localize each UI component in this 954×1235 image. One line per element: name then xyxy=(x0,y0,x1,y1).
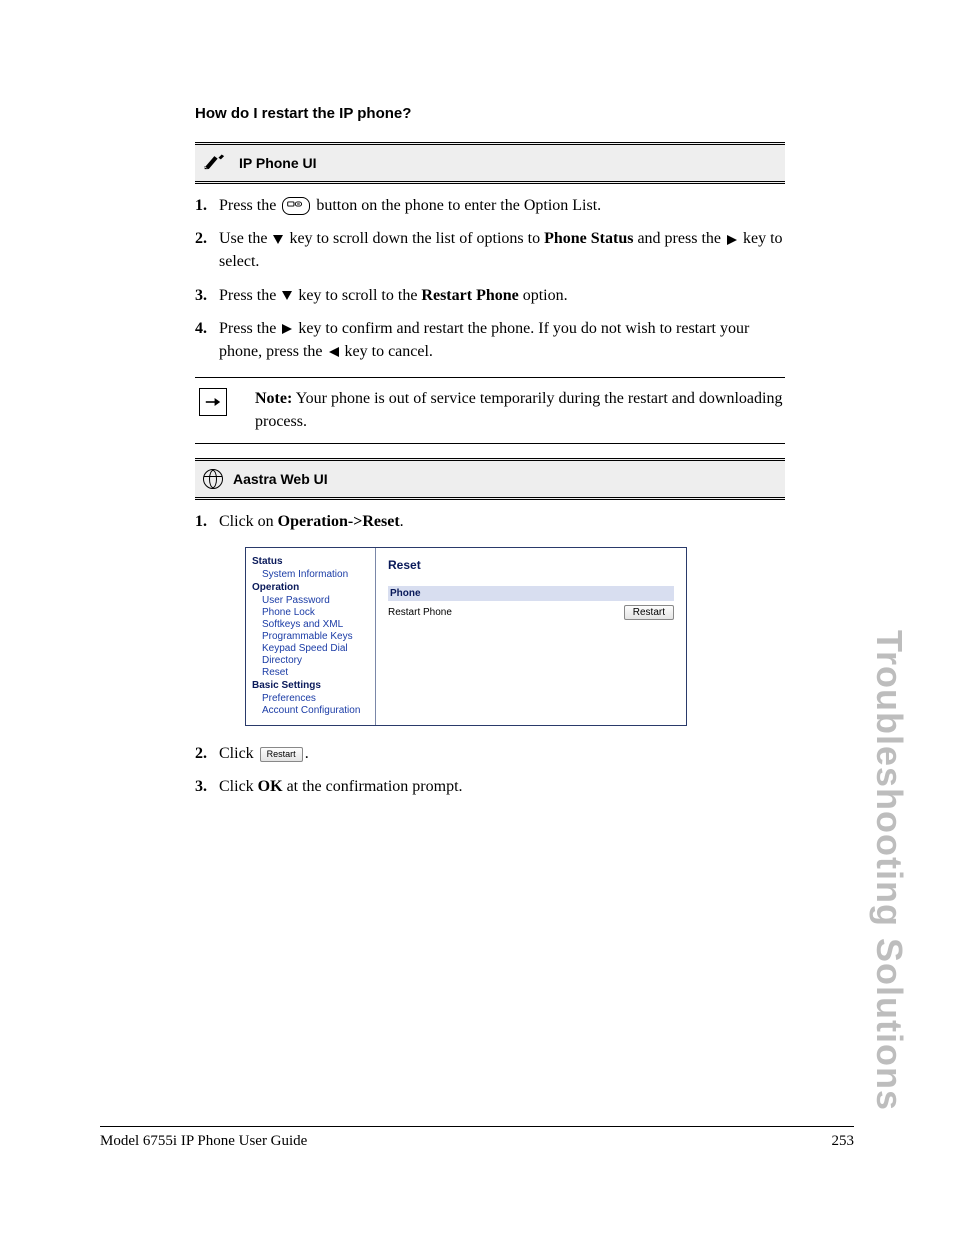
note-arrow-icon xyxy=(199,388,227,416)
webui-row-label: Restart Phone xyxy=(388,607,452,618)
section-heading: How do I restart the IP phone? xyxy=(195,105,785,122)
step-number: 1. xyxy=(195,194,219,217)
text: option. xyxy=(523,287,568,304)
webui-main: Reset Phone Restart Phone Restart xyxy=(376,548,686,725)
step-number: 3. xyxy=(195,775,219,798)
step-2: 2. Use the key to scroll down the list o… xyxy=(195,227,785,273)
text: Your phone is out of service temporarily… xyxy=(255,390,782,429)
step-text: Click Restart. xyxy=(219,742,785,765)
bar-label: Aastra Web UI xyxy=(233,471,328,487)
step-number: 4. xyxy=(195,317,219,340)
nav-item[interactable]: Softkeys and XML xyxy=(262,619,369,630)
text: Click xyxy=(219,778,258,795)
web-ui-screenshot: Status System Information Operation User… xyxy=(245,547,687,726)
text: . xyxy=(400,513,404,530)
step-text: Click OK at the confirmation prompt. xyxy=(219,775,785,798)
webui-title: Reset xyxy=(388,558,674,572)
step-1: 1. Press the button on the phone to ente… xyxy=(195,194,785,217)
text: key to confirm and restart the phone. If… xyxy=(219,320,749,360)
chapter-tab-label: Troubleshooting Solutions xyxy=(868,630,910,1111)
right-arrow-icon xyxy=(282,324,292,334)
webui-row: Restart Phone Restart xyxy=(388,605,674,620)
step-number: 1. xyxy=(195,510,219,533)
nav-item[interactable]: System Information xyxy=(262,569,369,580)
web-step-2: 2. Click Restart. xyxy=(195,742,785,765)
text: Click xyxy=(219,745,258,762)
step-text: Use the key to scroll down the list of o… xyxy=(219,227,785,273)
step-text: Press the button on the phone to enter t… xyxy=(219,194,785,217)
page-content: How do I restart the IP phone? IP Phone … xyxy=(195,105,785,812)
restart-button[interactable]: Restart xyxy=(624,605,674,620)
web-ui-steps: 1. Click on Operation->Reset. xyxy=(195,510,785,533)
web-ui-steps-2: 2. Click Restart. 3. Click OK at the con… xyxy=(195,742,785,798)
footer-page-number: 253 xyxy=(832,1133,855,1150)
step-text: Press the key to confirm and restart the… xyxy=(219,317,785,363)
text: key to scroll to the xyxy=(298,287,421,304)
text-bold: Phone Status xyxy=(544,230,633,247)
aastra-web-ui-bar: Aastra Web UI xyxy=(195,458,785,500)
left-arrow-icon xyxy=(329,347,339,357)
text: Press the xyxy=(219,287,280,304)
nav-item[interactable]: Account Configuration xyxy=(262,705,369,716)
text: . xyxy=(305,745,309,762)
text: key to cancel. xyxy=(345,343,433,360)
phone-ui-steps: 1. Press the button on the phone to ente… xyxy=(195,194,785,363)
right-arrow-icon xyxy=(727,235,737,245)
nav-section-operation: Operation xyxy=(252,582,369,593)
nav-item[interactable]: Phone Lock xyxy=(262,607,369,618)
nav-section-status: Status xyxy=(252,556,369,567)
note-label: Note: xyxy=(255,390,292,407)
text-bold: Operation->Reset xyxy=(278,513,400,530)
note-text: Note: Your phone is out of service tempo… xyxy=(255,388,785,433)
nav-item[interactable]: Directory xyxy=(262,655,369,666)
text: and press the xyxy=(637,230,725,247)
step-text: Click on Operation->Reset. xyxy=(219,510,785,533)
nav-section-basic: Basic Settings xyxy=(252,680,369,691)
restart-button-inline[interactable]: Restart xyxy=(260,747,303,762)
page-footer: Model 6755i IP Phone User Guide 253 xyxy=(100,1126,854,1150)
text: Click on xyxy=(219,513,278,530)
step-number: 2. xyxy=(195,742,219,765)
ip-phone-ui-bar: IP Phone UI xyxy=(195,142,785,184)
webui-nav: Status System Information Operation User… xyxy=(246,548,376,725)
nav-item[interactable]: Keypad Speed Dial xyxy=(262,643,369,654)
step-number: 3. xyxy=(195,284,219,307)
webui-subheader: Phone xyxy=(388,586,674,601)
text: button on the phone to enter the Option … xyxy=(316,197,601,214)
down-arrow-icon xyxy=(273,235,283,244)
footer-left: Model 6755i IP Phone User Guide xyxy=(100,1133,307,1150)
writing-hand-icon xyxy=(203,150,229,177)
globe-icon xyxy=(203,469,223,489)
step-4: 4. Press the key to confirm and restart … xyxy=(195,317,785,363)
nav-item[interactable]: Preferences xyxy=(262,693,369,704)
text-bold: Restart Phone xyxy=(421,287,518,304)
down-arrow-icon xyxy=(282,291,292,300)
note-block: Note: Your phone is out of service tempo… xyxy=(195,377,785,444)
text: Use the xyxy=(219,230,271,247)
step-text: Press the key to scroll to the Restart P… xyxy=(219,284,785,307)
text: key to scroll down the list of options t… xyxy=(289,230,544,247)
nav-item[interactable]: Reset xyxy=(262,667,369,678)
text: at the confirmation prompt. xyxy=(287,778,463,795)
text-bold: OK xyxy=(258,778,283,795)
options-key-icon xyxy=(282,197,310,215)
web-step-1: 1. Click on Operation->Reset. xyxy=(195,510,785,533)
step-3: 3. Press the key to scroll to the Restar… xyxy=(195,284,785,307)
text: Press the xyxy=(219,197,280,214)
nav-item[interactable]: Programmable Keys xyxy=(262,631,369,642)
web-step-3: 3. Click OK at the confirmation prompt. xyxy=(195,775,785,798)
bar-label: IP Phone UI xyxy=(239,155,317,171)
nav-item[interactable]: User Password xyxy=(262,595,369,606)
step-number: 2. xyxy=(195,227,219,250)
text: Press the xyxy=(219,320,280,337)
